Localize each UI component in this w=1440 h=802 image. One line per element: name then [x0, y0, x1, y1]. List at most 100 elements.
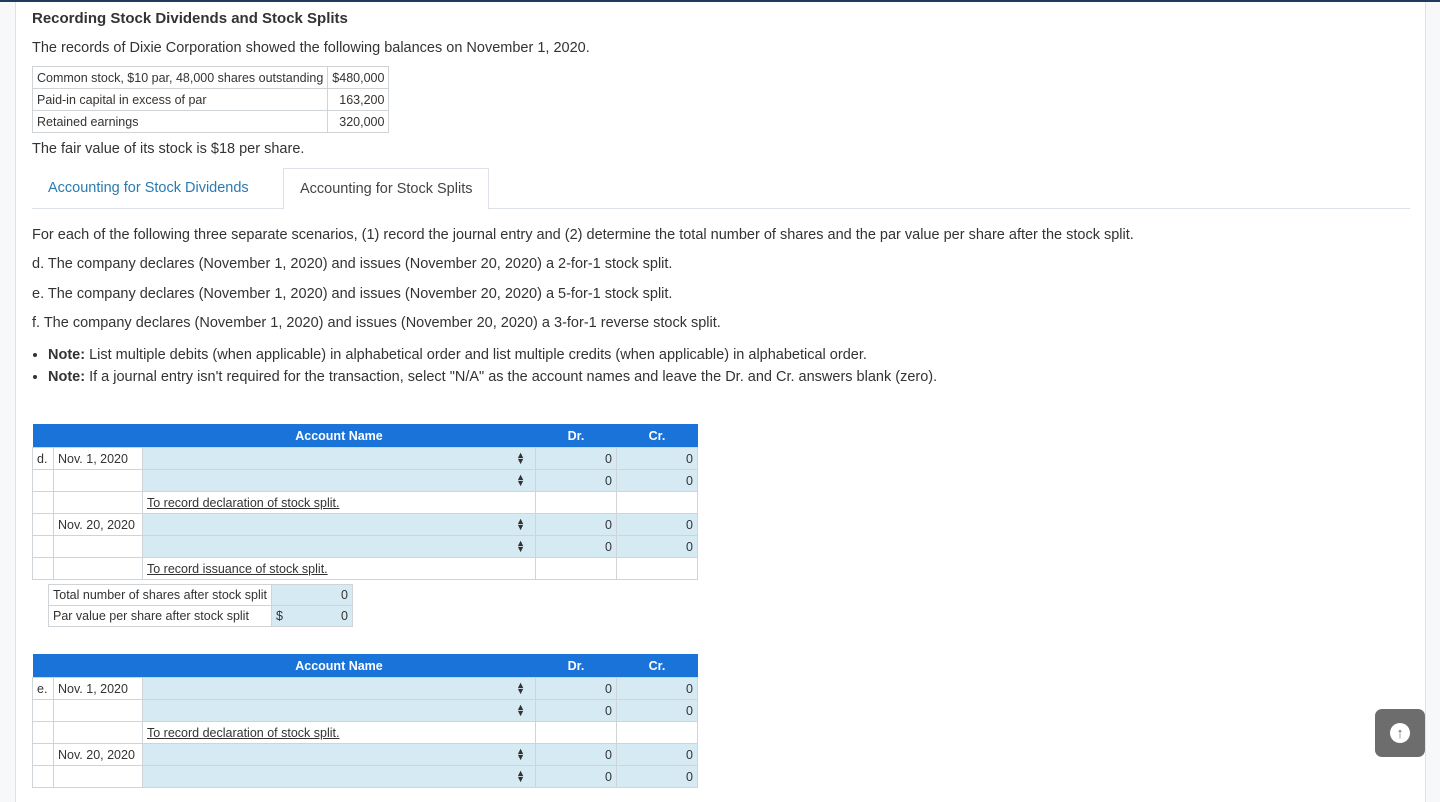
- note-item: Note: If a journal entry isn't required …: [48, 366, 937, 388]
- dr-input[interactable]: 0: [535, 765, 617, 788]
- tab-stock-dividends[interactable]: Accounting for Stock Dividends: [32, 168, 265, 208]
- currency-symbol: $: [275, 609, 283, 623]
- balance-label: Retained earnings: [31, 110, 329, 133]
- scenario-d: d. The company declares (November 1, 202…: [32, 256, 673, 272]
- cr-input[interactable]: 0: [616, 469, 698, 492]
- cr-input[interactable]: 0: [616, 535, 698, 558]
- empty-cell: [32, 721, 54, 744]
- intro-text: The records of Dixie Corporation showed …: [32, 40, 590, 56]
- question-title: Recording Stock Dividends and Stock Spli…: [32, 10, 348, 27]
- tab-stock-splits[interactable]: Accounting for Stock Splits: [283, 168, 490, 210]
- cr-header: Cr.: [616, 424, 698, 448]
- cr-input[interactable]: 0: [616, 765, 698, 788]
- empty-cell: [32, 699, 54, 722]
- shares-label: Total number of shares after stock split: [48, 584, 272, 606]
- balance-row: Paid-in capital in excess of par 163,200: [31, 88, 390, 111]
- note-text: If a journal entry isn't required for th…: [85, 369, 938, 385]
- empty-cell: [53, 491, 143, 514]
- memo-link[interactable]: To record declaration of stock split.: [147, 726, 339, 740]
- empty-cell: [53, 699, 143, 722]
- cr-input[interactable]: 0: [616, 447, 698, 470]
- balance-value: 320,000: [327, 110, 390, 133]
- dr-input[interactable]: 0: [535, 699, 617, 722]
- tab-bar: Accounting for Stock Dividends Accountin…: [32, 168, 1410, 210]
- dr-input[interactable]: 0: [535, 447, 617, 470]
- journal-row: e. Nov. 1, 2020 ▲ ▼ 0 0: [32, 677, 698, 700]
- balance-row: Retained earnings 320,000: [31, 110, 390, 133]
- balances-table: Common stock, $10 par, 48,000 shares out…: [31, 66, 390, 133]
- dr-input[interactable]: 0: [535, 513, 617, 536]
- dr-header: Dr.: [535, 654, 617, 678]
- account-name-header: Account Name: [142, 654, 536, 678]
- note-label: Note:: [48, 347, 86, 363]
- memo-cell: To record declaration of stock split.: [142, 721, 536, 744]
- dr-input[interactable]: 0: [535, 535, 617, 558]
- result-row: Total number of shares after stock split…: [48, 584, 353, 606]
- entry-date: Nov. 1, 2020: [53, 677, 143, 700]
- note-text: List multiple debits (when applicable) i…: [85, 347, 867, 363]
- journal-memo-row: To record declaration of stock split.: [32, 491, 698, 514]
- select-arrows-icon: ▲ ▼: [516, 472, 525, 488]
- account-select[interactable]: ▲ ▼: [142, 699, 536, 722]
- cr-input[interactable]: 0: [616, 743, 698, 766]
- select-arrows-icon: ▲ ▼: [516, 516, 525, 532]
- results-table-d: Total number of shares after stock split…: [48, 584, 353, 627]
- empty-cell: [53, 557, 143, 580]
- empty-cell: [616, 557, 698, 580]
- journal-row: ▲ ▼ 0 0: [32, 699, 698, 722]
- scenario-f: f. The company declares (November 1, 202…: [32, 315, 721, 331]
- dr-input[interactable]: 0: [535, 743, 617, 766]
- result-row: Par value per share after stock split $0: [48, 605, 353, 627]
- account-select[interactable]: ▲ ▼: [142, 535, 536, 558]
- empty-cell: [32, 765, 54, 788]
- account-select[interactable]: ▲ ▼: [142, 743, 536, 766]
- journal-header: Account Name Dr. Cr.: [32, 654, 698, 678]
- journal-header: Account Name Dr. Cr.: [32, 424, 698, 448]
- balance-row: Common stock, $10 par, 48,000 shares out…: [31, 66, 390, 89]
- scenario-e: e. The company declares (November 1, 202…: [32, 286, 673, 302]
- memo-cell: To record declaration of stock split.: [142, 491, 536, 514]
- select-arrows-icon: ▲ ▼: [516, 746, 525, 762]
- note-item: Note: List multiple debits (when applica…: [48, 344, 937, 366]
- journal-row: ▲ ▼ 0 0: [32, 765, 698, 788]
- empty-cell: [616, 721, 698, 744]
- account-select[interactable]: ▲ ▼: [142, 447, 536, 470]
- notes-list: Note: List multiple debits (when applica…: [32, 344, 937, 388]
- par-input[interactable]: $0: [270, 605, 353, 627]
- scroll-to-top-button[interactable]: ↑: [1375, 709, 1425, 757]
- empty-cell: [53, 535, 143, 558]
- empty-cell: [32, 535, 54, 558]
- scenario-label: e.: [32, 677, 54, 700]
- balance-label: Common stock, $10 par, 48,000 shares out…: [31, 66, 329, 89]
- note-label: Note:: [48, 369, 86, 385]
- par-value: 0: [341, 609, 348, 623]
- cr-input[interactable]: 0: [616, 513, 698, 536]
- journal-row: ▲ ▼ 0 0: [32, 469, 698, 492]
- journal-memo-row: To record declaration of stock split.: [32, 721, 698, 744]
- entry-date: Nov. 20, 2020: [53, 513, 143, 536]
- empty-cell: [535, 491, 617, 514]
- account-select[interactable]: ▲ ▼: [142, 513, 536, 536]
- memo-cell: To record issuance of stock split.: [142, 557, 536, 580]
- entry-date: Nov. 1, 2020: [53, 447, 143, 470]
- select-arrows-icon: ▲ ▼: [516, 680, 525, 696]
- select-arrows-icon: ▲ ▼: [516, 702, 525, 718]
- empty-cell: [535, 721, 617, 744]
- shares-input[interactable]: 0: [270, 584, 353, 606]
- account-select[interactable]: ▲ ▼: [142, 677, 536, 700]
- empty-cell: [53, 469, 143, 492]
- dr-input[interactable]: 0: [535, 677, 617, 700]
- cr-input[interactable]: 0: [616, 677, 698, 700]
- cr-input[interactable]: 0: [616, 699, 698, 722]
- empty-cell: [616, 491, 698, 514]
- account-select[interactable]: ▲ ▼: [142, 765, 536, 788]
- empty-cell: [535, 557, 617, 580]
- journal-row: Nov. 20, 2020 ▲ ▼ 0 0: [32, 513, 698, 536]
- select-arrows-icon: ▲ ▼: [516, 538, 525, 554]
- memo-link[interactable]: To record declaration of stock split.: [147, 496, 339, 510]
- dr-input[interactable]: 0: [535, 469, 617, 492]
- account-select[interactable]: ▲ ▼: [142, 469, 536, 492]
- memo-link[interactable]: To record issuance of stock split.: [147, 562, 328, 576]
- journal-row: Nov. 20, 2020 ▲ ▼ 0 0: [32, 743, 698, 766]
- cr-header: Cr.: [616, 654, 698, 678]
